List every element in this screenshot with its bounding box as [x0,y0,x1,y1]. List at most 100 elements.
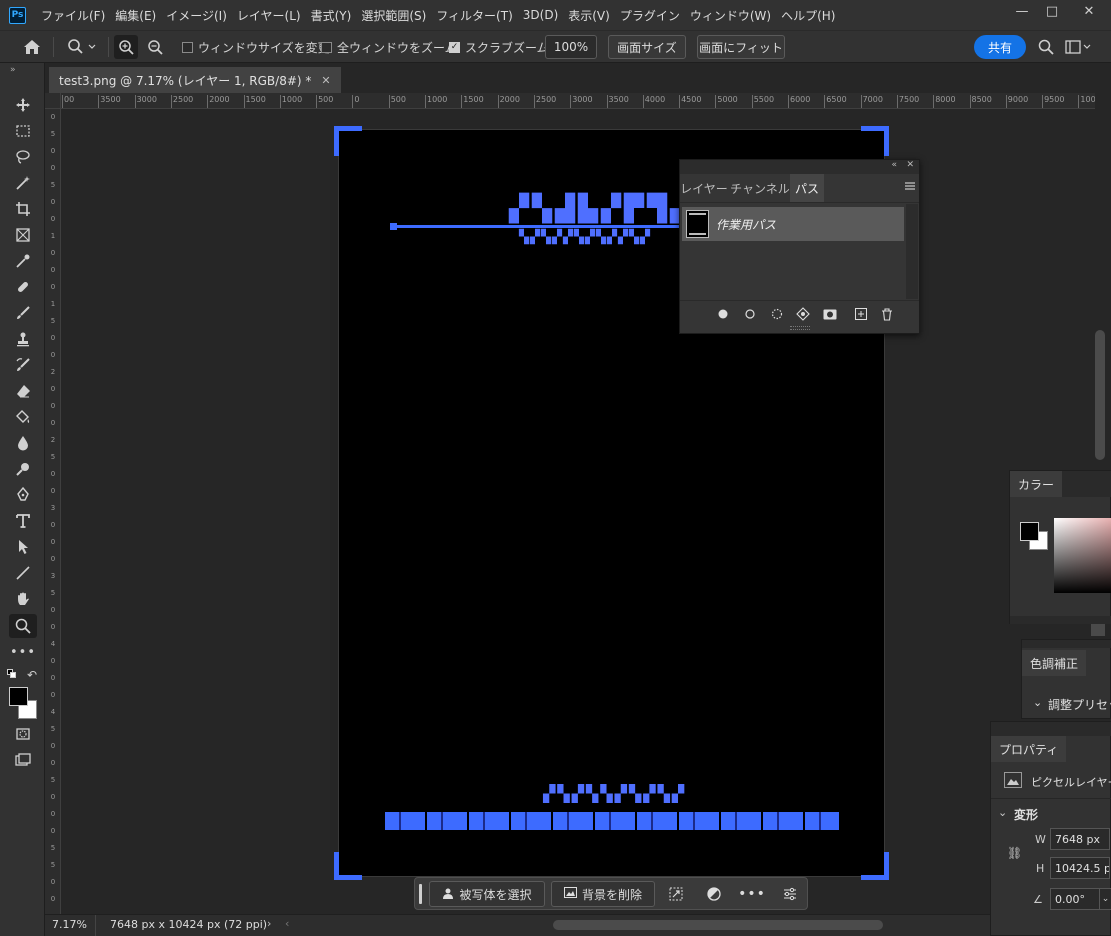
panel-scrollbar[interactable] [906,204,918,299]
zoom-tool-preset-icon[interactable] [62,31,102,63]
menu-filter[interactable]: フィルター(T) [431,7,517,24]
close-panel-icon[interactable]: ✕ [906,160,914,170]
maximize-button[interactable]: □ [1037,0,1067,22]
magic-wand-tool-icon[interactable] [9,171,37,195]
tab-adjustments[interactable]: 色調補正 [1022,650,1087,676]
chevron-down-icon[interactable]: ⌄ [998,806,1007,819]
path-name[interactable]: 作業用パス [716,216,776,233]
eyedropper-tool-icon[interactable] [9,249,37,273]
scroll-left-icon[interactable]: ‹ [285,917,289,930]
history-brush-tool-icon[interactable] [9,353,37,377]
menu-image[interactable]: イメージ(I) [161,7,232,24]
fill-screen-button[interactable]: 画面にフィット [697,35,785,59]
screen-mode-icon[interactable] [9,748,37,772]
panel-menu-icon[interactable] [904,180,916,192]
frame-tool-icon[interactable] [9,223,37,247]
type-tool-icon[interactable] [9,509,37,533]
transform-icon[interactable] [663,881,689,907]
tab-paths[interactable]: パス [790,174,824,202]
blur-tool-icon[interactable] [9,431,37,455]
tab-color[interactable]: カラー [1010,471,1063,497]
fit-screen-button[interactable]: 画面サイズ [608,35,686,59]
home-icon[interactable] [18,31,46,63]
ruler-origin[interactable] [45,93,61,109]
more-options-icon[interactable]: ••• [738,881,765,907]
color-picker-field[interactable] [1054,518,1111,593]
workspace-icon[interactable] [1063,31,1093,63]
dodge-tool-icon[interactable] [9,457,37,481]
menu-view[interactable]: 表示(V) [563,7,615,24]
menu-3d[interactable]: 3D(D) [518,8,563,22]
document-tab[interactable]: test3.png @ 7.17% (レイヤー 1, RGB/8#) * ✕ [49,67,341,93]
menu-help[interactable]: ヘルプ(H) [776,7,840,24]
menu-plugins[interactable]: プラグイン [615,7,685,24]
status-menu-chevron-icon[interactable]: › [267,917,271,930]
remove-background-button[interactable]: 背景を削除 [551,881,655,907]
scrubby-zoom-checkbox[interactable]: ✓ スクラブズーム [449,31,549,63]
adjustment-presets-label[interactable]: 調整プリセット [1048,696,1111,713]
tab-layers[interactable]: レイヤー [680,174,728,202]
resize-grip-icon[interactable] [790,326,810,330]
default-colors-icon[interactable] [7,669,17,679]
close-tab-icon[interactable]: ✕ [321,74,330,87]
menu-type[interactable]: 書式(Y) [306,7,357,24]
path-row-work-path[interactable]: 作業用パス [682,207,904,241]
angle-dropdown-icon[interactable]: ⌄ [1099,888,1111,910]
stamp-tool-icon[interactable] [9,327,37,351]
marquee-tool-icon[interactable] [9,119,37,143]
foreground-color-swatch[interactable] [1020,522,1039,541]
hand-tool-icon[interactable] [9,587,37,611]
crop-tool-icon[interactable] [9,197,37,221]
horizontal-scrollbar[interactable] [553,920,883,930]
add-mask-icon[interactable] [821,305,839,323]
collapse-chevron-icon[interactable]: » [10,65,16,75]
zoom-all-windows-checkbox[interactable]: 全ウィンドウをズーム [321,31,457,63]
more-tools-icon[interactable]: ••• [9,640,37,664]
pen-tool-icon[interactable] [9,483,37,507]
tab-channels[interactable]: チャンネル [730,174,790,202]
line-tool-icon[interactable] [9,561,37,585]
panel-header[interactable]: « ✕ [680,160,919,174]
lasso-tool-icon[interactable] [9,145,37,169]
close-window-button[interactable]: ✕ [1067,0,1111,22]
link-icon[interactable]: ⛓ [1007,846,1022,860]
chevron-down-icon[interactable]: ⌄ [1033,696,1042,709]
zoom-in-icon[interactable] [114,35,138,59]
resize-windows-checkbox[interactable]: ウィンドウサイズを変更 [182,31,330,63]
menu-edit[interactable]: 編集(E) [110,7,161,24]
new-path-icon[interactable] [852,305,870,323]
adjustment-icon[interactable] [701,881,727,907]
menu-file[interactable]: ファイル(F) [36,7,110,24]
paint-bucket-tool-icon[interactable] [9,405,37,429]
minimize-button[interactable]: — [1007,0,1037,22]
make-work-path-icon[interactable] [794,305,812,323]
zoom-level[interactable]: 7.17% [52,918,87,931]
vertical-scrollbar[interactable] [1095,330,1105,460]
menu-select[interactable]: 選択範囲(S) [356,7,431,24]
load-selection-icon[interactable] [768,305,786,323]
zoom-out-icon[interactable] [143,31,167,63]
menu-window[interactable]: ウィンドウ(W) [685,7,776,24]
foreground-color-swatch[interactable] [9,687,28,706]
select-subject-button[interactable]: 被写体を選択 [429,881,545,907]
path-selection-tool-icon[interactable] [9,535,37,559]
stroke-path-icon[interactable] [741,305,759,323]
angle-input[interactable]: 0.00° [1050,888,1100,910]
brush-tool-icon[interactable] [9,301,37,325]
eraser-tool-icon[interactable] [9,379,37,403]
panel-scroll-thumb[interactable] [1091,624,1105,636]
collapse-icon[interactable]: « [891,160,897,170]
quick-mask-icon[interactable] [9,722,37,746]
zoom-percent-field[interactable]: 100% [545,35,597,59]
zoom-tool-icon[interactable] [9,614,37,638]
height-input[interactable]: 10424.5 px [1050,857,1110,879]
path-anchor[interactable] [390,223,397,230]
healing-brush-tool-icon[interactable] [9,275,37,299]
settings-sliders-icon[interactable] [777,881,803,907]
drag-handle[interactable] [419,884,422,904]
trash-icon[interactable] [878,305,896,323]
search-icon[interactable] [1035,31,1057,63]
fill-path-icon[interactable] [714,305,732,323]
menu-layer[interactable]: レイヤー(L) [232,7,306,24]
tab-properties[interactable]: プロパティ [991,736,1067,762]
